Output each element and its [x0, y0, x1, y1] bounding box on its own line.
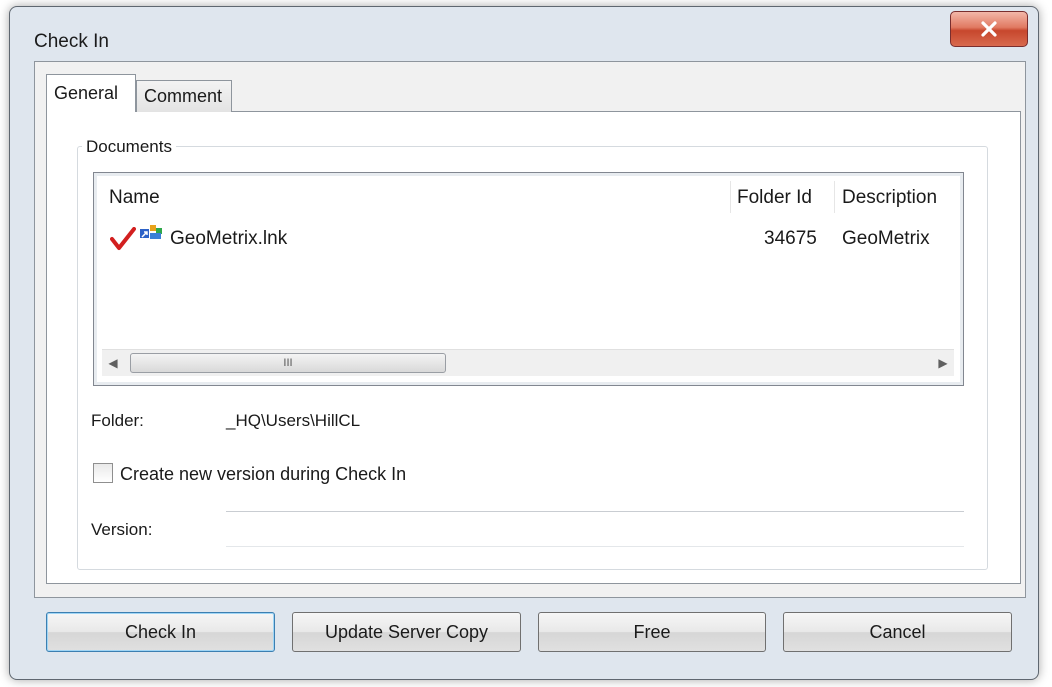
close-button[interactable]: [950, 11, 1028, 47]
update-server-copy-button[interactable]: Update Server Copy: [292, 612, 521, 652]
version-field[interactable]: [226, 511, 964, 547]
create-version-label[interactable]: Create new version during Check In: [120, 464, 406, 485]
cancel-button[interactable]: Cancel: [783, 612, 1012, 652]
column-header-folder-id[interactable]: Folder Id: [737, 187, 812, 209]
documents-group-label: Documents: [82, 137, 176, 157]
column-separator[interactable]: [834, 181, 835, 213]
documents-list[interactable]: Name Folder Id Description GeoMetrix.lnk…: [93, 172, 964, 386]
horizontal-scrollbar[interactable]: ◀ III ▶: [102, 349, 954, 376]
free-button[interactable]: Free: [538, 612, 766, 652]
window-title: Check In: [34, 31, 109, 52]
tab-general[interactable]: General: [46, 74, 136, 112]
shortcut-icon: [140, 225, 162, 239]
version-label: Version:: [91, 520, 153, 539]
row-description: GeoMetrix: [842, 228, 930, 249]
check-icon: [110, 227, 136, 250]
check-in-button[interactable]: Check In: [46, 612, 275, 652]
column-header-description[interactable]: Description: [842, 187, 937, 209]
close-icon: [981, 21, 997, 37]
row-name: GeoMetrix.lnk: [170, 228, 288, 249]
folder-value: _HQ\Users\HillCL: [226, 411, 361, 430]
scroll-left-button[interactable]: ◀: [102, 350, 124, 376]
column-separator[interactable]: [730, 181, 731, 213]
row-folder-id: 34675: [764, 228, 817, 249]
chevron-right-icon: ▶: [938, 356, 948, 370]
chevron-left-icon: ◀: [108, 356, 118, 370]
tab-comment[interactable]: Comment: [136, 80, 232, 112]
scroll-right-button[interactable]: ▶: [932, 350, 954, 376]
create-version-checkbox[interactable]: [93, 463, 113, 483]
column-header-name[interactable]: Name: [109, 187, 160, 209]
folder-label: Folder:: [91, 411, 144, 430]
scroll-thumb[interactable]: III: [130, 353, 446, 373]
